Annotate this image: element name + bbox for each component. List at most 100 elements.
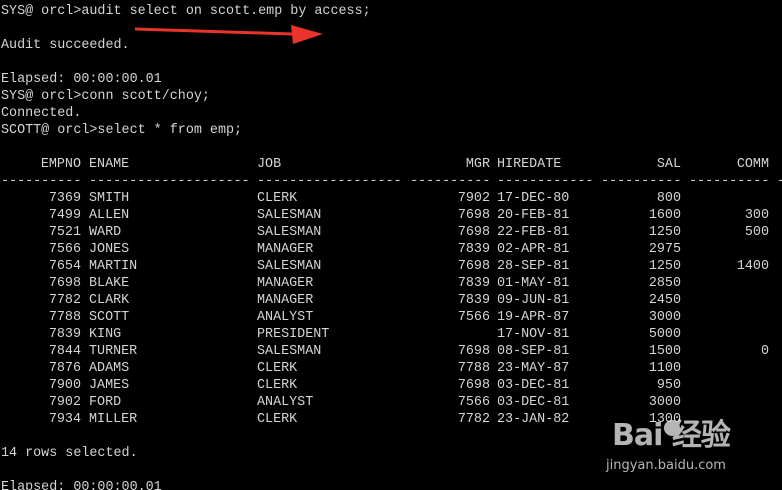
cell-hiredate: 08-SEP-81	[497, 344, 570, 359]
cell-ename: ADAMS	[89, 361, 130, 376]
cell-job: CLERK	[257, 191, 298, 206]
command-line-conn: SYS@ orcl>conn scott/choy;	[1, 89, 210, 104]
cell-sal: 2975	[648, 242, 681, 257]
separator-tail: -	[777, 173, 782, 190]
watermark-logo: Bai 经验	[612, 418, 731, 453]
cell-ename: MILLER	[89, 412, 138, 427]
table-header-row: EMPNO ENAME JOB MGR HIREDATE SAL COMM	[1, 156, 769, 173]
cell-ename: CLARK	[89, 293, 130, 308]
header-empno: EMPNO	[40, 157, 81, 172]
cell-sal: 3000	[648, 310, 681, 325]
audit-result-line: Audit succeeded.	[1, 38, 130, 53]
cell-comm: 500	[744, 225, 769, 240]
cell-mgr: 7839	[457, 276, 490, 291]
cell-hiredate: 22-FEB-81	[497, 225, 570, 240]
cell-comm: 300	[744, 208, 769, 223]
connected-line: Connected.	[1, 106, 82, 121]
cell-mgr: 7698	[457, 378, 490, 393]
cell-empno: 7934	[48, 412, 81, 427]
table-separator-row: ---------- -------------------- --------…	[1, 173, 782, 190]
separator-sal: ----------	[601, 174, 682, 189]
cell-mgr: 7902	[457, 191, 490, 206]
cell-hiredate: 19-APR-87	[497, 310, 570, 325]
separator-mgr: ----------	[410, 174, 491, 189]
header-sal: SAL	[656, 157, 681, 172]
cell-sal: 2850	[648, 276, 681, 291]
cell-ename: BLAKE	[89, 276, 130, 291]
cell-hiredate: 03-DEC-81	[497, 395, 570, 410]
header-hiredate: HIREDATE	[497, 157, 562, 172]
cell-hiredate: 20-FEB-81	[497, 208, 570, 223]
baidu-watermark: Bai 经验 jingyan.baidu.com	[604, 410, 764, 484]
cell-empno: 7876	[48, 361, 81, 376]
cell-comm: 1400	[736, 259, 769, 274]
separator-comm: ----------	[689, 174, 770, 189]
cell-ename: FORD	[89, 395, 122, 410]
separator-job: ------------------	[257, 174, 402, 189]
cell-mgr: 7698	[457, 259, 490, 274]
cell-hiredate: 23-MAY-87	[497, 361, 570, 376]
cell-empno: 7902	[48, 395, 81, 410]
cell-empno: 7521	[48, 225, 81, 240]
cell-empno: 7782	[48, 293, 81, 308]
cell-mgr: 7698	[457, 225, 490, 240]
separator-ename: --------------------	[89, 174, 250, 189]
cell-job: CLERK	[257, 378, 298, 393]
cell-empno: 7900	[48, 378, 81, 393]
cell-hiredate: 09-JUN-81	[497, 293, 570, 308]
cell-hiredate: 01-MAY-81	[497, 276, 570, 291]
command-line-audit: SYS@ orcl>audit select on scott.emp by a…	[1, 4, 371, 19]
cell-mgr: 7566	[457, 310, 490, 325]
cell-sal: 5000	[648, 327, 681, 342]
cell-ename: ALLEN	[89, 208, 130, 223]
rows-selected-line: 14 rows selected.	[1, 446, 138, 461]
cell-sal: 950	[656, 378, 681, 393]
cell-ename: KING	[89, 327, 122, 342]
cell-empno: 7499	[48, 208, 81, 223]
elapsed-line: Elapsed: 00:00:00.01	[1, 72, 162, 87]
separator-hiredate: ------------	[497, 174, 594, 189]
header-mgr: MGR	[465, 157, 490, 172]
separator-empno: ----------	[1, 174, 82, 189]
cell-sal: 3000	[648, 395, 681, 410]
cell-empno: 7844	[48, 344, 81, 359]
cell-mgr: 7839	[457, 242, 490, 257]
cell-sal: 800	[656, 191, 681, 206]
cell-mgr: 7788	[457, 361, 490, 376]
cell-mgr: 7566	[457, 395, 490, 410]
command-line-select: SCOTT@ orcl>select * from emp;	[1, 123, 243, 138]
cell-sal: 2450	[648, 293, 681, 308]
cell-job: SALESMAN	[257, 208, 322, 223]
cell-ename: JONES	[89, 242, 130, 257]
cell-sal: 1250	[648, 259, 681, 274]
cell-job: MANAGER	[257, 276, 314, 291]
cell-job: MANAGER	[257, 293, 314, 308]
cell-hiredate: 03-DEC-81	[497, 378, 570, 393]
cell-mgr: 7698	[457, 208, 490, 223]
cell-comm: 0	[760, 344, 769, 359]
cell-empno: 7788	[48, 310, 81, 325]
header-job: JOB	[257, 157, 282, 172]
cell-hiredate: 28-SEP-81	[497, 259, 570, 274]
cell-sal: 1500	[648, 344, 681, 359]
cell-hiredate: 17-NOV-81	[497, 327, 570, 342]
cell-ename: WARD	[89, 225, 122, 240]
cell-ename: TURNER	[89, 344, 138, 359]
cell-mgr: 7839	[457, 293, 490, 308]
cell-ename: JAMES	[89, 378, 130, 393]
cell-sal: 1600	[648, 208, 681, 223]
terminal-window[interactable]: SYS@ orcl>audit select on scott.emp by a…	[0, 3, 782, 490]
cell-job: SALESMAN	[257, 259, 322, 274]
cell-job: ANALYST	[257, 310, 314, 325]
cell-sal: 1100	[648, 361, 681, 376]
cell-job: CLERK	[257, 361, 298, 376]
cell-ename: SMITH	[89, 191, 130, 206]
cell-job: CLERK	[257, 412, 298, 427]
watermark-url: jingyan.baidu.com	[606, 458, 726, 473]
cell-job: PRESIDENT	[257, 327, 330, 342]
cell-job: SALESMAN	[257, 344, 322, 359]
cell-ename: MARTIN	[89, 259, 138, 274]
cell-empno: 7698	[48, 276, 81, 291]
cell-empno: 7839	[48, 327, 81, 342]
cell-empno: 7369	[48, 191, 81, 206]
